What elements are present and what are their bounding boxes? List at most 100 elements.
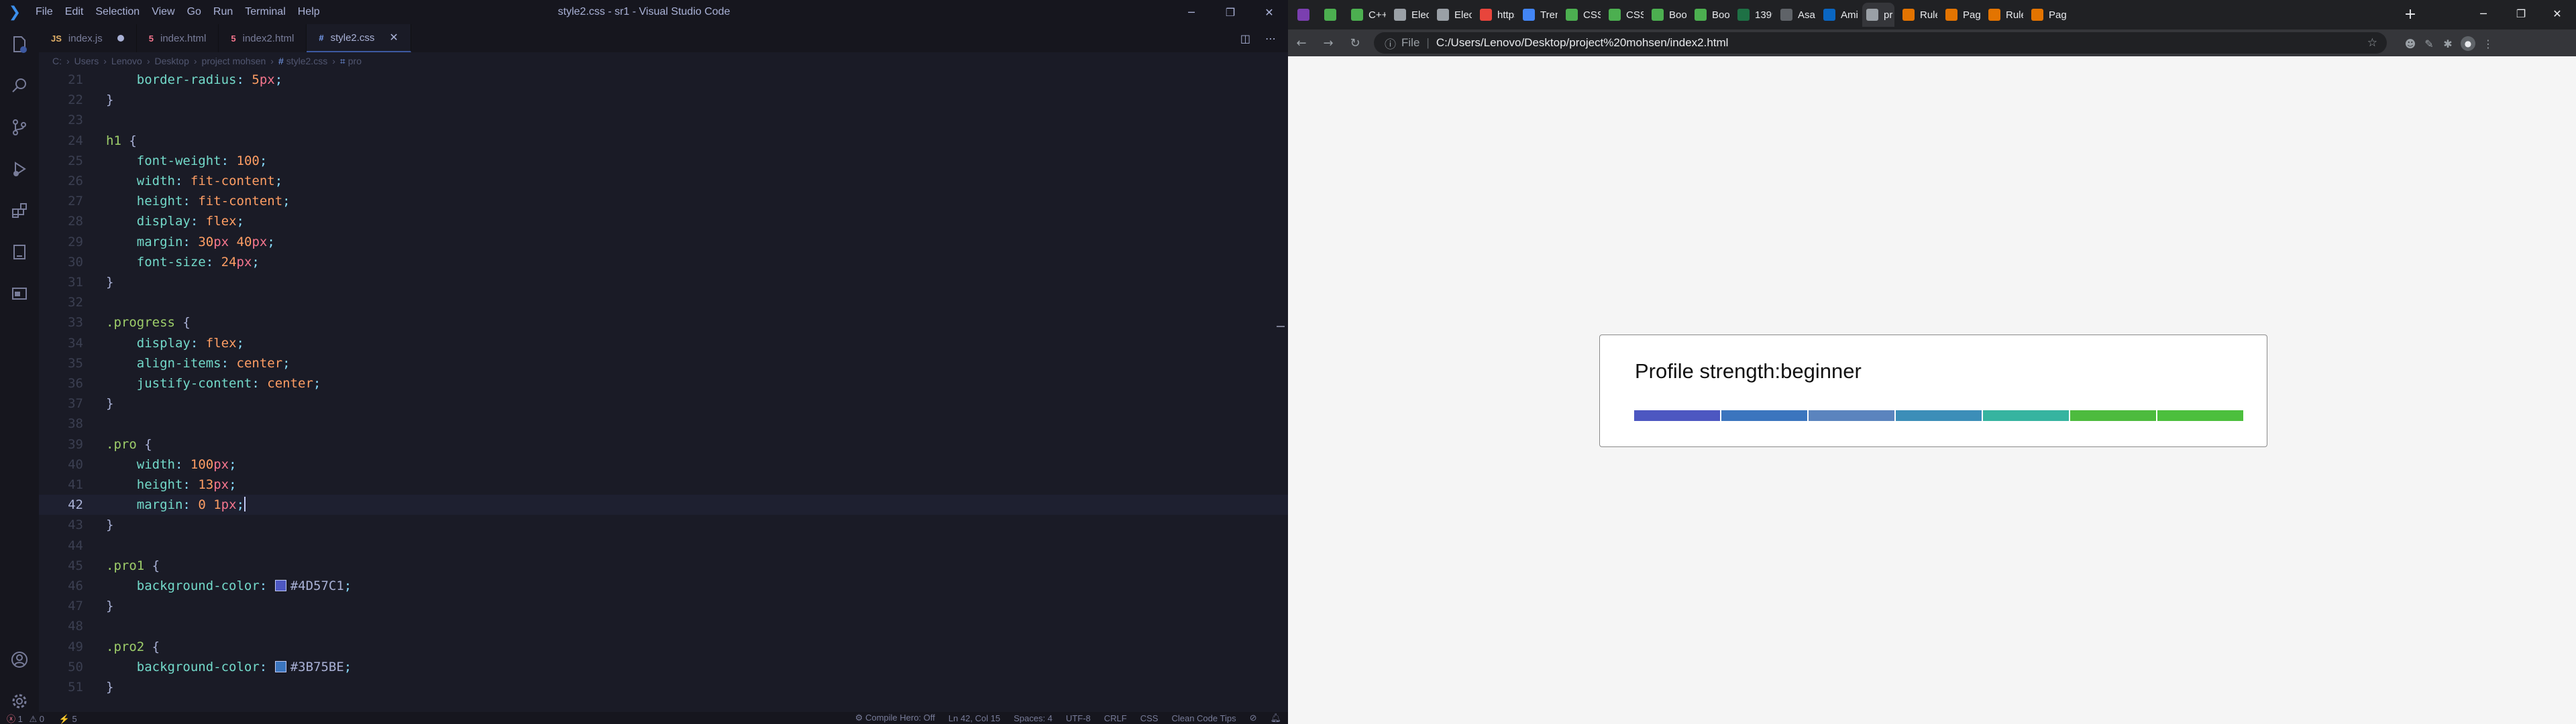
tab-index2-html[interactable]: 5 index2.html xyxy=(219,24,307,52)
code-text[interactable]: width: fit-content; xyxy=(106,171,282,191)
restore-icon[interactable]: ❐ xyxy=(1212,0,1249,24)
browser-tab[interactable]: Page xyxy=(2027,3,2066,27)
line-number[interactable]: 40 xyxy=(39,455,83,475)
reload-icon[interactable]: ↻ xyxy=(1342,29,1368,56)
code-line[interactable]: 36 justify-content: center; xyxy=(39,373,1288,394)
editor-scrollbar[interactable] xyxy=(1277,70,1285,712)
code-text[interactable]: align-items: center; xyxy=(106,353,290,373)
code-line[interactable]: 46 background-color: #4D57C1; xyxy=(39,576,1288,596)
code-editor[interactable]: 21 border-radius: 5px; 22} 23 24 h1 {25 font… xyxy=(39,70,1288,712)
line-number[interactable]: 41 xyxy=(39,475,83,495)
browser-tab[interactable]: Electr xyxy=(1433,3,1472,27)
line-number[interactable]: 51 xyxy=(39,677,83,697)
run-debug-icon[interactable] xyxy=(0,149,39,189)
browser-tab[interactable]: Ruler xyxy=(1984,3,2023,27)
code-line[interactable]: 49 .pro2 { xyxy=(39,637,1288,657)
code-line[interactable]: 48 xyxy=(39,616,1288,636)
line-number[interactable]: 25 xyxy=(39,151,83,171)
menu-selection[interactable]: Selection xyxy=(89,0,146,24)
code-line[interactable]: 21 border-radius: 5px; xyxy=(39,70,1288,90)
code-text[interactable]: justify-content: center; xyxy=(106,373,321,394)
line-number[interactable]: 42 xyxy=(39,495,83,515)
code-line[interactable]: 42 margin: 0 1px; xyxy=(39,495,1288,516)
browser-tab[interactable] xyxy=(1320,3,1347,27)
tab-index-html[interactable]: 5 index.html xyxy=(137,24,219,52)
address-bar[interactable]: ⓘ File | C:/Users/Lenovo/Desktop/project… xyxy=(1374,32,2387,54)
code-line[interactable]: 35 align-items: center; xyxy=(39,353,1288,373)
line-number[interactable]: 33 xyxy=(39,312,83,333)
line-number[interactable]: 35 xyxy=(39,353,83,373)
line-number[interactable]: 21 xyxy=(39,70,83,90)
code-line[interactable]: 45 .pro1 { xyxy=(39,556,1288,576)
code-line[interactable]: 33 .progress { xyxy=(39,312,1288,333)
browser-tab[interactable]: Trend xyxy=(1519,3,1558,27)
browser-tab[interactable]: CSS & xyxy=(1562,3,1601,27)
browser-tab[interactable]: Ruler xyxy=(1898,3,1937,27)
cursor-position[interactable]: Ln 42, Col 15 xyxy=(942,713,1007,723)
info-circle-icon[interactable]: ⓘ xyxy=(1385,35,1396,52)
url-text[interactable]: C:/Users/Lenovo/Desktop/project%20mohsen… xyxy=(1436,36,1729,50)
tab-style2-css[interactable]: # style2.css ✕ xyxy=(307,24,411,52)
search-icon[interactable] xyxy=(0,66,39,106)
line-number[interactable]: 50 xyxy=(39,657,83,677)
line-number[interactable]: 26 xyxy=(39,171,83,191)
code-text[interactable]: } xyxy=(106,90,113,110)
browser-tab[interactable]: Page xyxy=(1941,3,1980,27)
menu-terminal[interactable]: Terminal xyxy=(239,0,291,24)
code-line[interactable]: 44 xyxy=(39,536,1288,556)
code-text[interactable]: } xyxy=(106,515,113,535)
code-line[interactable]: 39 .pro { xyxy=(39,434,1288,455)
line-ending[interactable]: CRLF xyxy=(1097,713,1134,723)
close-tab-icon[interactable]: ✕ xyxy=(389,31,398,44)
chrome-close-icon[interactable]: ✕ xyxy=(2538,0,2576,27)
code-line[interactable]: 28 display: flex; xyxy=(39,211,1288,231)
source-control-icon[interactable] xyxy=(0,107,39,147)
line-number[interactable]: 38 xyxy=(39,414,83,434)
code-line[interactable]: 43} xyxy=(39,515,1288,535)
more-actions-icon[interactable]: ⋯ xyxy=(1265,32,1276,45)
menu-edit[interactable]: Edit xyxy=(59,0,90,24)
browser-tab[interactable]: C++ I xyxy=(1347,3,1386,27)
code-line[interactable]: 27 height: fit-content; xyxy=(39,191,1288,211)
code-text[interactable]: .pro { xyxy=(106,434,152,455)
code-line[interactable]: 38 xyxy=(39,414,1288,434)
browser-tab[interactable]: pr✕ xyxy=(1862,3,1894,27)
line-number[interactable]: 47 xyxy=(39,596,83,616)
code-text[interactable]: .pro2 { xyxy=(106,637,160,657)
line-number[interactable]: 32 xyxy=(39,292,83,312)
line-number[interactable]: 36 xyxy=(39,373,83,394)
breadcrumb-item[interactable]: Users xyxy=(74,56,99,66)
code-line[interactable]: 50 background-color: #3B75BE; xyxy=(39,657,1288,677)
browser-preview-icon[interactable] xyxy=(0,274,39,314)
browser-tab[interactable]: Asa - xyxy=(1776,3,1815,27)
code-text[interactable]: } xyxy=(106,394,113,414)
menu-file[interactable]: File xyxy=(30,0,59,24)
line-number[interactable]: 37 xyxy=(39,394,83,414)
language-mode[interactable]: CSS xyxy=(1134,713,1165,723)
code-text[interactable]: margin: 0 1px; xyxy=(106,495,246,515)
line-number[interactable]: 49 xyxy=(39,637,83,657)
code-line[interactable]: 34 display: flex; xyxy=(39,333,1288,353)
code-text[interactable]: .pro1 { xyxy=(106,556,160,576)
extension-face-icon[interactable]: ☻ xyxy=(2403,36,2418,51)
browser-tab[interactable]: CSS V xyxy=(1605,3,1644,27)
code-line[interactable]: 29 margin: 30px 40px; xyxy=(39,232,1288,252)
line-number[interactable]: 43 xyxy=(39,515,83,535)
code-line[interactable]: 23 xyxy=(39,110,1288,130)
forward-arrow-icon[interactable]: → xyxy=(1315,29,1342,56)
problems-status[interactable]: ⓧ 1 ⚠ 0 ⚡ 5 xyxy=(0,712,84,724)
code-text[interactable]: margin: 30px 40px; xyxy=(106,232,275,252)
line-number[interactable]: 39 xyxy=(39,434,83,455)
browser-tab[interactable] xyxy=(1293,3,1320,27)
code-text[interactable]: } xyxy=(106,272,113,292)
menu-help[interactable]: Help xyxy=(292,0,326,24)
line-number[interactable]: 22 xyxy=(39,90,83,110)
line-number[interactable]: 44 xyxy=(39,536,83,556)
line-number[interactable]: 31 xyxy=(39,272,83,292)
breadcrumb-item[interactable]: C: xyxy=(52,56,62,66)
code-text[interactable]: h1 { xyxy=(106,131,137,151)
code-text[interactable]: display: flex; xyxy=(106,333,244,353)
breadcrumb-item[interactable]: style2.css xyxy=(286,56,327,66)
menu-run[interactable]: Run xyxy=(207,0,239,24)
clean-code-tips[interactable]: Clean Code Tips xyxy=(1165,713,1242,723)
